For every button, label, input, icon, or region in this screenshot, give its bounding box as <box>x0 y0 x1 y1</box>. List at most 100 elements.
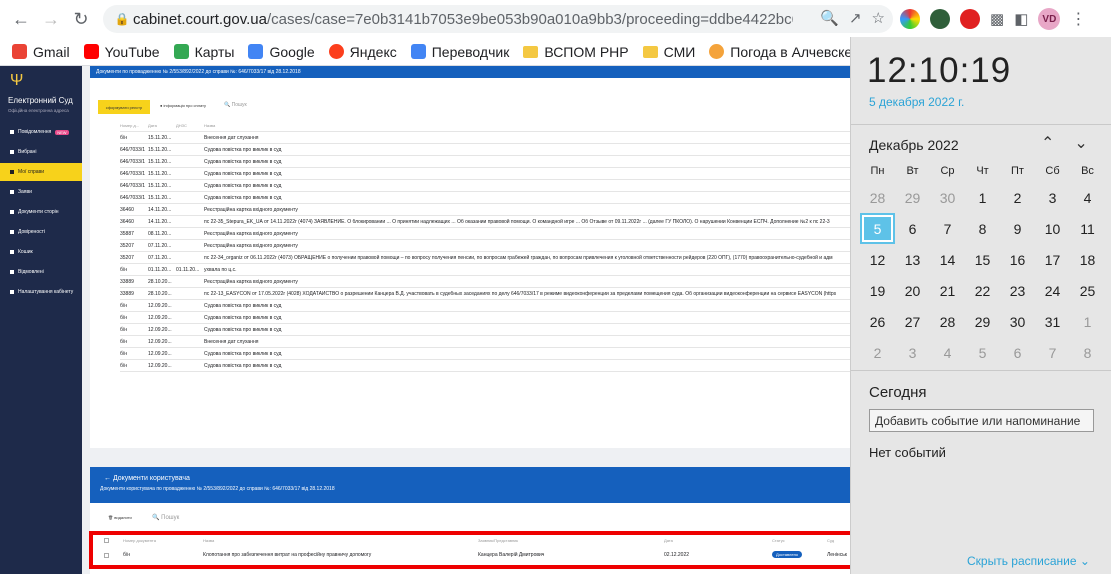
add-event-input[interactable]: Добавить событие или напоминание <box>869 409 1094 432</box>
calendar-day[interactable]: 3 <box>895 337 930 368</box>
sidebar-item-settings[interactable]: Налаштування кабінету <box>0 283 82 301</box>
calendar-day[interactable]: 2 <box>860 337 895 368</box>
calendar-day[interactable]: 24 <box>1035 275 1070 306</box>
calendar-day[interactable]: 18 <box>1070 244 1105 275</box>
column-header[interactable]: Номер д... <box>120 123 148 128</box>
avatar[interactable]: VD <box>1038 8 1061 30</box>
extension-hand-icon[interactable] <box>960 9 980 29</box>
calendar-day[interactable]: 25 <box>1070 275 1105 306</box>
calendar-day[interactable]: 4 <box>930 337 965 368</box>
side-panel-icon[interactable]: ◧ <box>1014 10 1028 28</box>
table-row[interactable]: 646/7033/1 15.11.20... Судова повістка про… <box>120 192 850 204</box>
reload-icon[interactable]: ↻ <box>66 4 96 34</box>
calendar-day[interactable]: 26 <box>860 306 895 337</box>
back-arrow-icon[interactable]: ← <box>6 4 36 34</box>
table-row[interactable]: 33889 28.10.20... Реєстраційна картка вхід… <box>120 276 850 288</box>
calendar-day[interactable]: 29 <box>965 306 1000 337</box>
table-row[interactable]: б/н 12.09.20... Судова повістка про виклик… <box>120 312 850 324</box>
calendar-day[interactable]: 19 <box>860 275 895 306</box>
extension-globe-icon[interactable] <box>930 9 950 29</box>
table-row[interactable]: 35887 08.11.20... Реєстраційна картка вхід… <box>120 228 850 240</box>
calendar-day[interactable]: 14 <box>930 244 965 275</box>
calendar-day[interactable]: 22 <box>965 275 1000 306</box>
bookmark-translator[interactable]: Переводчик <box>410 44 509 60</box>
calendar-day[interactable]: 17 <box>1035 244 1070 275</box>
calendar-day-today[interactable]: 5 <box>860 213 895 244</box>
calendar-day[interactable]: 23 <box>1000 275 1035 306</box>
table-row[interactable]: 646/7033/1 15.11.20... Судова повістка про… <box>120 156 850 168</box>
extensions-puzzle-icon[interactable]: ▩ <box>990 10 1004 28</box>
table-row[interactable]: б/н 12.09.20... Судова повістка про виклик… <box>120 300 850 312</box>
zoom-icon[interactable]: 🔍 <box>820 9 839 27</box>
documents-search-input[interactable]: 🔍 Пошук <box>224 102 247 108</box>
calendar-day[interactable]: 13 <box>895 244 930 275</box>
calendar-day[interactable]: 11 <box>1070 213 1105 244</box>
menu-kebab-icon[interactable]: ⋮ <box>1070 9 1086 29</box>
table-row[interactable]: 36460 14.11.20... пс 22-35_Stepura_EK_UA о… <box>120 216 850 228</box>
sidebar-item-trash[interactable]: Кошик <box>0 243 82 261</box>
address-bar[interactable]: 🔒 cabinet.court.gov.ua/cases/case=7e0b31… <box>103 5 893 33</box>
generate-register-button[interactable]: сформувати реєстр <box>98 100 150 114</box>
calendar-day[interactable]: 20 <box>895 275 930 306</box>
calendar-day[interactable]: 9 <box>1000 213 1035 244</box>
column-header[interactable]: Назва <box>204 123 850 128</box>
calendar-day[interactable]: 3 <box>1035 182 1070 213</box>
table-row[interactable]: б/н 15.11.20... Внесення дат слухання <box>120 132 850 144</box>
calendar-day[interactable]: 16 <box>1000 244 1035 275</box>
table-row[interactable]: 646/7033/1 15.11.20... Судова повістка про… <box>120 180 850 192</box>
payment-info-toggle[interactable]: ● інформація про сплату <box>160 103 206 108</box>
table-row[interactable]: 36460 14.11.20... Реєстраційна картка вхід… <box>120 204 850 216</box>
calendar-day[interactable]: 15 <box>965 244 1000 275</box>
bookmark-yandex[interactable]: Яндекс <box>328 44 397 60</box>
table-row[interactable]: 646/7033/1 15.11.20... Судова повістка про… <box>120 144 850 156</box>
sidebar-item-rejected[interactable]: Відмовлені <box>0 263 82 281</box>
calendar-day[interactable]: 5 <box>965 337 1000 368</box>
hide-agenda-link[interactable]: Скрыть расписание ⌄ <box>967 554 1090 568</box>
calendar-day[interactable]: 28 <box>860 182 895 213</box>
calendar-day[interactable]: 6 <box>895 213 930 244</box>
calendar-day[interactable]: 10 <box>1035 213 1070 244</box>
extension-color-icon[interactable] <box>900 9 920 29</box>
calendar-day[interactable]: 21 <box>930 275 965 306</box>
table-row[interactable]: б/н 12.09.20... Внесення дат слухання <box>120 336 850 348</box>
calendar-day[interactable]: 7 <box>930 213 965 244</box>
sidebar-item-applications[interactable]: Заяви <box>0 183 82 201</box>
table-row[interactable]: б/н 12.09.20... Судова повістка про виклик… <box>120 324 850 336</box>
sidebar-item-powers-of-attorney[interactable]: Довіреності <box>0 223 82 241</box>
calendar-day[interactable]: 31 <box>1035 306 1070 337</box>
bookmark-maps[interactable]: Карты <box>173 44 234 60</box>
share-icon[interactable]: ↗ <box>849 9 862 27</box>
table-row[interactable]: б/н 01.11.20... 01.11.20... ухвала по ц.с. <box>120 264 850 276</box>
calendar-day[interactable]: 28 <box>930 306 965 337</box>
sidebar-item-party-documents[interactable]: Документи сторін <box>0 203 82 221</box>
calendar-day[interactable]: 8 <box>965 213 1000 244</box>
forward-arrow-icon[interactable]: → <box>36 4 66 34</box>
calendar-day[interactable]: 30 <box>1000 306 1035 337</box>
calendar-day[interactable]: 29 <box>895 182 930 213</box>
chevron-up-icon[interactable]: ⌃ <box>1041 133 1054 153</box>
bookmark-gmail[interactable]: Gmail <box>12 44 70 60</box>
calendar-day[interactable]: 12 <box>860 244 895 275</box>
calendar-day[interactable]: 27 <box>895 306 930 337</box>
bookmark-youtube[interactable]: YouTube <box>83 44 160 60</box>
bookmark-google[interactable]: Google <box>248 44 315 60</box>
column-header[interactable]: Дата <box>148 123 176 128</box>
calendar-day[interactable]: 30 <box>930 182 965 213</box>
clock-date[interactable]: 5 декабря 2022 г. <box>869 95 964 109</box>
bookmark-folder-smi[interactable]: СМИ <box>642 44 695 60</box>
bookmark-weather[interactable]: Погода в Алчевске <box>709 44 852 60</box>
calendar-day[interactable]: 7 <box>1035 337 1070 368</box>
calendar-day[interactable]: 1 <box>1070 306 1105 337</box>
sidebar-item-notifications[interactable]: Повідомлення NEW <box>0 123 82 141</box>
calendar-day[interactable]: 6 <box>1000 337 1035 368</box>
bookmark-star-icon[interactable]: ☆ <box>872 9 885 27</box>
user-documents-search-input[interactable]: 🔍 Пошук <box>152 514 179 521</box>
sidebar-item-my-cases[interactable]: Мої справи <box>0 163 82 181</box>
table-row[interactable]: 35207 07.11.20... пс 22-34_organiz от 06.1… <box>120 252 850 264</box>
calendar-month-label[interactable]: Декабрь 2022 <box>869 137 959 153</box>
chevron-down-icon[interactable]: ⌄ <box>1074 133 1087 153</box>
calendar-day[interactable]: 4 <box>1070 182 1105 213</box>
delete-button[interactable]: 🗑 видалити <box>108 515 132 520</box>
calendar-day[interactable]: 8 <box>1070 337 1105 368</box>
column-header[interactable]: ДНЗС <box>176 123 204 128</box>
